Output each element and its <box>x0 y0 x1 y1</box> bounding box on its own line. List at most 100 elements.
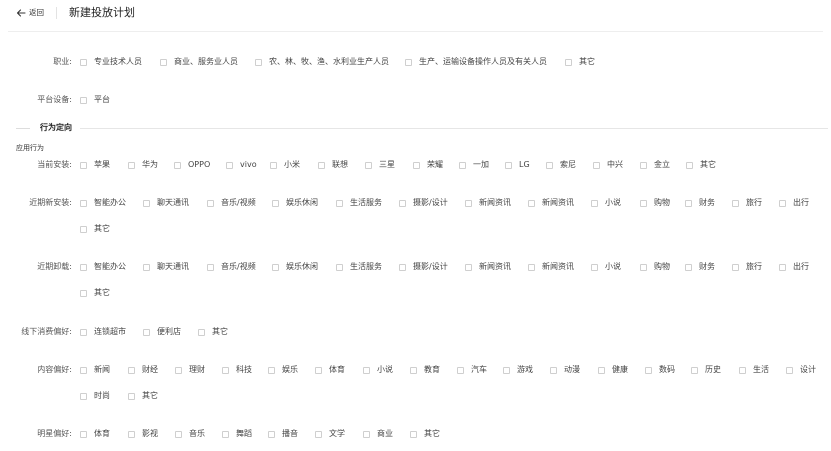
checkbox-box[interactable] <box>174 161 181 169</box>
checkbox-box[interactable] <box>546 161 553 169</box>
checkbox-box[interactable] <box>365 161 372 169</box>
option-checkbox[interactable]: 生产、运输设备操作人员及有关人员 <box>405 55 547 69</box>
option-checkbox[interactable]: 影视 <box>128 427 158 441</box>
checkbox-box[interactable] <box>80 289 87 297</box>
option-checkbox[interactable]: 小说 <box>363 363 393 377</box>
checkbox-box[interactable] <box>593 161 600 169</box>
checkbox-box[interactable] <box>143 328 150 336</box>
option-checkbox[interactable]: 新闻资讯 <box>465 260 511 274</box>
option-checkbox[interactable]: 三星 <box>365 158 395 172</box>
checkbox-box[interactable] <box>459 161 466 169</box>
option-checkbox[interactable]: 专业技术人员 <box>80 55 142 69</box>
checkbox-box[interactable] <box>318 161 325 169</box>
option-checkbox[interactable]: 农、林、牧、渔、水利业生产人员 <box>255 55 389 69</box>
option-checkbox[interactable]: 商业 <box>363 427 393 441</box>
option-checkbox[interactable]: 体育 <box>315 363 345 377</box>
option-checkbox[interactable]: 新闻 <box>80 363 110 377</box>
option-checkbox[interactable]: 连锁超市 <box>80 325 126 339</box>
checkbox-box[interactable] <box>405 58 412 66</box>
checkbox-box[interactable] <box>143 263 150 271</box>
checkbox-box[interactable] <box>160 58 167 66</box>
option-checkbox[interactable]: 出行 <box>779 260 809 274</box>
checkbox-box[interactable] <box>315 366 322 374</box>
option-checkbox[interactable]: 购物 <box>640 196 670 210</box>
checkbox-box[interactable] <box>685 199 692 207</box>
option-checkbox[interactable]: 数码 <box>645 363 675 377</box>
checkbox-box[interactable] <box>268 430 275 438</box>
checkbox-box[interactable] <box>786 366 793 374</box>
checkbox-box[interactable] <box>80 392 87 400</box>
checkbox-box[interactable] <box>80 328 87 336</box>
option-checkbox[interactable]: 购物 <box>640 260 670 274</box>
checkbox-box[interactable] <box>457 366 464 374</box>
option-checkbox[interactable]: 舞蹈 <box>222 427 252 441</box>
checkbox-box[interactable] <box>255 58 262 66</box>
option-checkbox[interactable]: 苹果 <box>80 158 110 172</box>
option-checkbox[interactable]: OPPO <box>174 158 210 172</box>
option-checkbox[interactable]: 商业、服务业人员 <box>160 55 238 69</box>
checkbox-box[interactable] <box>528 199 535 207</box>
option-checkbox[interactable]: 娱乐 <box>268 363 298 377</box>
option-checkbox[interactable]: 新闻资讯 <box>528 260 574 274</box>
checkbox-box[interactable] <box>410 430 417 438</box>
checkbox-box[interactable] <box>128 161 135 169</box>
option-checkbox[interactable]: 新闻资讯 <box>465 196 511 210</box>
option-checkbox[interactable]: 游戏 <box>503 363 533 377</box>
checkbox-box[interactable] <box>272 199 279 207</box>
option-checkbox[interactable]: 其它 <box>686 158 716 172</box>
option-checkbox[interactable]: 财经 <box>128 363 158 377</box>
option-checkbox[interactable]: 历史 <box>691 363 721 377</box>
option-checkbox[interactable]: 旅行 <box>732 196 762 210</box>
option-checkbox[interactable]: 音乐 <box>175 427 205 441</box>
checkbox-box[interactable] <box>399 199 406 207</box>
checkbox-box[interactable] <box>465 199 472 207</box>
option-checkbox[interactable]: 其它 <box>565 55 595 69</box>
checkbox-box[interactable] <box>640 199 647 207</box>
checkbox-box[interactable] <box>591 263 598 271</box>
checkbox-box[interactable] <box>691 366 698 374</box>
checkbox-box[interactable] <box>80 430 87 438</box>
checkbox-box[interactable] <box>175 366 182 374</box>
checkbox-box[interactable] <box>128 430 135 438</box>
checkbox-box[interactable] <box>413 161 420 169</box>
option-checkbox[interactable]: 音乐/视频 <box>207 196 256 210</box>
option-checkbox[interactable]: 生活服务 <box>336 260 382 274</box>
option-checkbox[interactable]: 教育 <box>410 363 440 377</box>
checkbox-box[interactable] <box>779 199 786 207</box>
option-checkbox[interactable]: 新闻资讯 <box>528 196 574 210</box>
option-checkbox[interactable]: 智能办公 <box>80 196 126 210</box>
option-checkbox[interactable]: 金立 <box>640 158 670 172</box>
option-checkbox[interactable]: 财务 <box>685 260 715 274</box>
checkbox-box[interactable] <box>410 366 417 374</box>
checkbox-box[interactable] <box>270 161 277 169</box>
checkbox-box[interactable] <box>686 161 693 169</box>
checkbox-box[interactable] <box>198 328 205 336</box>
option-checkbox[interactable]: 摄影/设计 <box>399 260 448 274</box>
checkbox-box[interactable] <box>268 366 275 374</box>
option-checkbox[interactable]: 平台 <box>80 93 110 107</box>
option-checkbox[interactable]: 小说 <box>591 260 621 274</box>
checkbox-box[interactable] <box>80 161 87 169</box>
option-checkbox[interactable]: 动漫 <box>550 363 580 377</box>
checkbox-box[interactable] <box>640 263 647 271</box>
option-checkbox[interactable]: 健康 <box>598 363 628 377</box>
option-checkbox[interactable]: 摄影/设计 <box>399 196 448 210</box>
option-checkbox[interactable]: LG <box>505 158 530 172</box>
checkbox-box[interactable] <box>80 58 87 66</box>
option-checkbox[interactable]: 中兴 <box>593 158 623 172</box>
checkbox-box[interactable] <box>336 199 343 207</box>
checkbox-box[interactable] <box>315 430 322 438</box>
checkbox-box[interactable] <box>685 263 692 271</box>
option-checkbox[interactable]: 其它 <box>80 222 110 236</box>
option-checkbox[interactable]: 娱乐休闲 <box>272 196 318 210</box>
checkbox-box[interactable] <box>598 366 605 374</box>
checkbox-box[interactable] <box>226 161 233 169</box>
checkbox-box[interactable] <box>645 366 652 374</box>
option-checkbox[interactable]: 生活服务 <box>336 196 382 210</box>
checkbox-box[interactable] <box>528 263 535 271</box>
option-checkbox[interactable]: 小说 <box>591 196 621 210</box>
option-checkbox[interactable]: 时尚 <box>80 389 110 403</box>
option-checkbox[interactable]: 聊天通讯 <box>143 196 189 210</box>
option-checkbox[interactable]: 出行 <box>779 196 809 210</box>
checkbox-box[interactable] <box>128 392 135 400</box>
